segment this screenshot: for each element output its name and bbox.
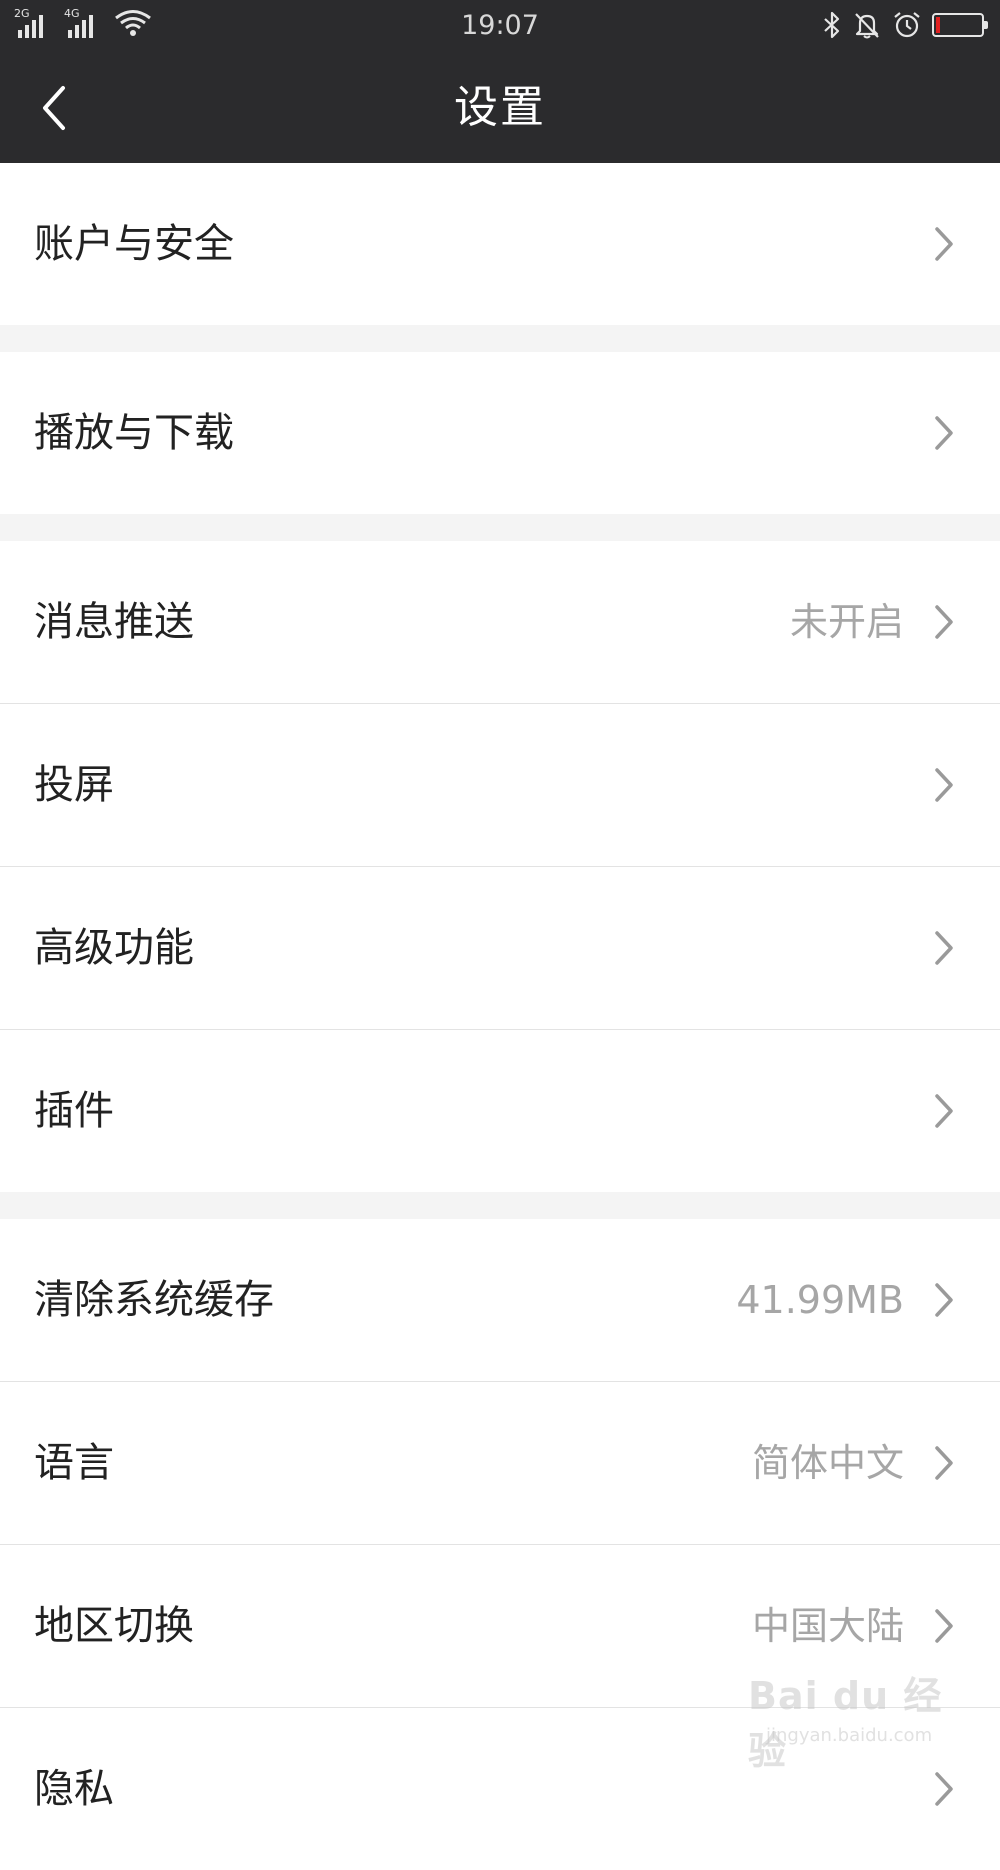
status-right xyxy=(822,10,988,40)
page-title: 设置 xyxy=(454,82,546,133)
watermark-main: Bai du 经验 xyxy=(748,1674,943,1773)
settings-row-label: 消息推送 xyxy=(34,599,194,645)
chevron-right-icon xyxy=(935,1772,953,1806)
settings-row[interactable]: 语言 简体中文 xyxy=(0,1382,1000,1544)
settings-row-label: 投屏 xyxy=(34,762,114,808)
watermark-logo: Bai du 经验 jingyan.baidu.com xyxy=(748,1665,948,1773)
chevron-right-icon xyxy=(935,227,953,261)
settings-row-value: 41.99MB xyxy=(736,1278,904,1322)
watermark-sub: jingyan.baidu.com xyxy=(766,1725,933,1746)
chevron-right-icon xyxy=(935,416,953,450)
settings-row-value: 中国大陆 xyxy=(751,1604,904,1648)
settings-row-label: 账户与安全 xyxy=(34,221,234,267)
chevron-right-icon xyxy=(935,605,953,639)
settings-row[interactable]: 插件 xyxy=(0,1030,1000,1192)
chevron-right-icon xyxy=(935,1446,953,1480)
battery-icon xyxy=(932,13,988,37)
settings-row-value: 未开启 xyxy=(789,600,904,644)
bluetooth-icon xyxy=(824,11,840,39)
settings-row[interactable]: 账户与安全 xyxy=(0,163,1000,325)
settings-row[interactable]: 清除系统缓存 41.99MB xyxy=(0,1219,1000,1381)
battery-level-fill xyxy=(936,17,940,33)
settings-row-label: 语言 xyxy=(34,1440,114,1486)
settings-row[interactable]: 投屏 xyxy=(0,704,1000,866)
settings-row[interactable]: 消息推送 未开启 xyxy=(0,541,1000,703)
nav-bar: 设置 xyxy=(0,52,1000,163)
settings-row-label: 播放与下载 xyxy=(34,410,234,456)
chevron-right-icon xyxy=(935,768,953,802)
status-bar: 2G 4G 19:07 xyxy=(0,0,1000,52)
settings-row-value: 简体中文 xyxy=(751,1441,904,1485)
settings-row-label: 高级功能 xyxy=(34,925,194,971)
chevron-right-icon xyxy=(935,1609,953,1643)
alarm-icon xyxy=(894,12,920,38)
bell-muted-icon xyxy=(855,13,879,39)
chevron-right-icon xyxy=(935,1283,953,1317)
chevron-right-icon xyxy=(935,1094,953,1128)
settings-row[interactable]: 高级功能 xyxy=(0,867,1000,1029)
top-bar: 2G 4G 19:07 设置 xyxy=(0,0,1000,163)
settings-row-label: 隐私 xyxy=(34,1766,114,1812)
settings-row-label: 清除系统缓存 xyxy=(34,1277,274,1323)
settings-row-label: 地区切换 xyxy=(34,1603,194,1649)
settings-row[interactable]: 播放与下载 xyxy=(0,352,1000,514)
chevron-right-icon xyxy=(935,931,953,965)
settings-row-label: 插件 xyxy=(34,1088,114,1134)
